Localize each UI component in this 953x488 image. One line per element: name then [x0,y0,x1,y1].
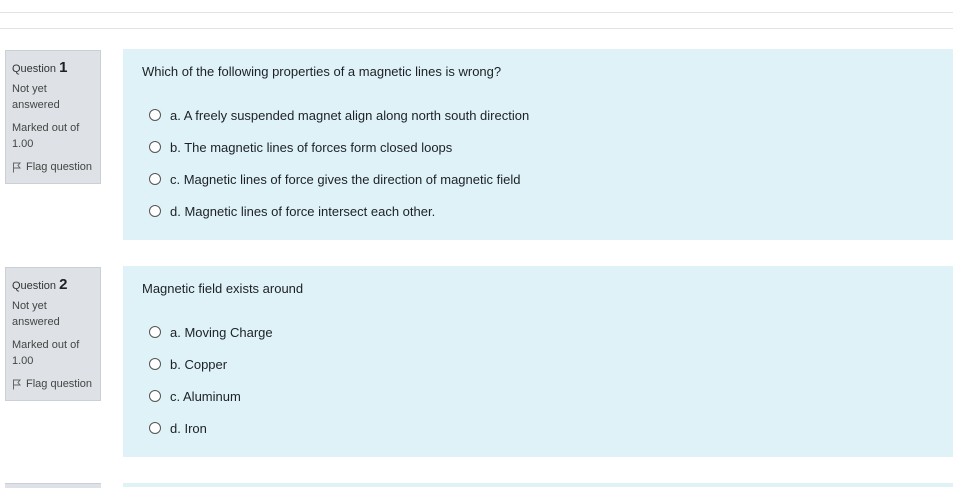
question-info-partial [5,483,101,488]
radio-button[interactable] [149,358,161,370]
radio-button[interactable] [149,109,161,121]
answer-label[interactable]: b. The magnetic lines of forces form clo… [170,140,452,155]
answer-label[interactable]: d. Iron [170,421,207,436]
top-divider [0,12,953,13]
answer-label[interactable]: d. Magnetic lines of force intersect eac… [170,204,435,219]
answer-label[interactable]: a. Moving Charge [170,325,273,340]
question-state: Not yet answered [12,300,60,328]
question-info: Question 2 Not yet answered Marked out o… [5,267,101,401]
top-divider [0,28,953,29]
question-number: Question 1 [12,60,94,77]
flag-question-button[interactable]: Flag question [12,159,94,175]
radio-button[interactable] [149,422,161,434]
question-label: Question [12,280,57,292]
radio-button[interactable] [149,141,161,153]
answer-label[interactable]: a. A freely suspended magnet align along… [170,108,529,123]
radio-button[interactable] [149,326,161,338]
question-content: Which of the following properties of a m… [123,49,953,240]
question-grade: Marked out of 1.00 [12,122,80,150]
radio-button[interactable] [149,173,161,185]
question-number-value: 1 [59,59,68,76]
question-content: Magnetic field exists around a. Moving C… [123,266,953,457]
radio-button[interactable] [149,390,161,402]
question-info: Question 1 Not yet answered Marked out o… [5,50,101,184]
question-text: Which of the following properties of a m… [142,64,502,79]
radio-button[interactable] [149,205,161,217]
answer-option[interactable]: c. Aluminum [142,380,934,412]
question-grade: Marked out of 1.00 [12,339,80,367]
flag-question-label: Flag question [26,161,93,173]
answer-option[interactable]: a. Moving Charge [142,316,934,348]
answer-label[interactable]: c. Magnetic lines of force gives the dir… [170,172,520,187]
question-number-value: 2 [59,276,68,293]
answer-option[interactable]: c. Magnetic lines of force gives the dir… [142,163,934,195]
flag-icon [13,379,22,389]
answer-label[interactable]: b. Copper [170,357,227,372]
question-text: Magnetic field exists around [142,281,304,296]
answer-option[interactable]: b. Copper [142,348,934,380]
answer-option[interactable]: d. Iron [142,412,934,444]
question-number: Question 2 [12,277,94,294]
flag-icon [13,162,22,172]
answer-option[interactable]: b. The magnetic lines of forces form clo… [142,131,934,163]
answer-option[interactable]: d. Magnetic lines of force intersect eac… [142,195,934,227]
question-state: Not yet answered [12,83,60,111]
question-content-partial [123,483,953,487]
flag-question-button[interactable]: Flag question [12,376,94,392]
question-label: Question [12,63,57,75]
answer-option[interactable]: a. A freely suspended magnet align along… [142,99,934,131]
answer-label[interactable]: c. Aluminum [170,389,241,404]
flag-question-label: Flag question [26,378,93,390]
